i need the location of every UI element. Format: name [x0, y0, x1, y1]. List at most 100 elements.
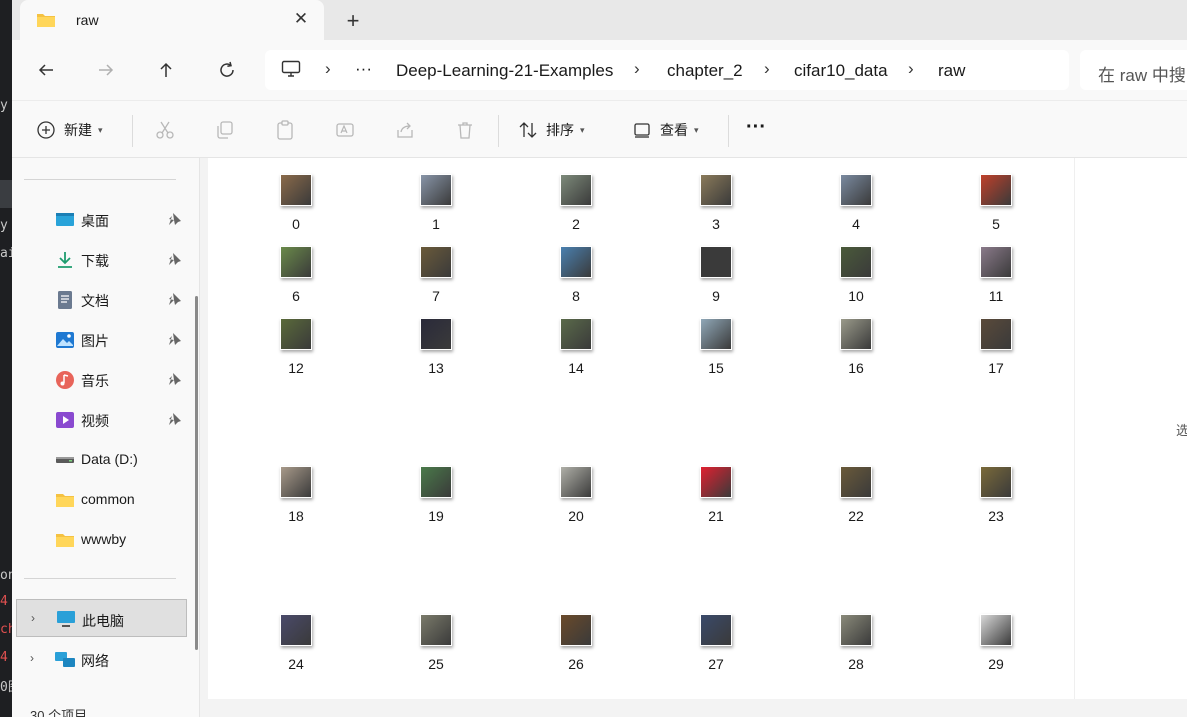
image-thumbnail	[560, 318, 592, 350]
paste-button[interactable]	[275, 118, 295, 142]
file-item[interactable]: 9	[686, 230, 746, 304]
image-thumbnail	[840, 246, 872, 278]
new-button[interactable]: 新建 ▾	[36, 118, 103, 142]
file-item[interactable]: 25	[406, 598, 466, 672]
image-thumbnail	[700, 614, 732, 646]
breadcrumb-item[interactable]: cifar10_data	[794, 61, 888, 81]
image-thumbnail	[280, 614, 312, 646]
sidebar-item-pictures[interactable]: 图片	[12, 323, 188, 355]
tab-raw[interactable]: raw ✕	[20, 0, 324, 40]
file-item[interactable]: 8	[546, 230, 606, 304]
view-button[interactable]: 查看 ▾	[632, 118, 699, 142]
more-options-button[interactable]: ···	[746, 115, 766, 139]
file-name: 14	[568, 360, 584, 376]
breadcrumb-ellipsis[interactable]: ···	[355, 59, 372, 79]
file-item[interactable]: 21	[686, 450, 746, 524]
image-thumbnail	[420, 174, 452, 206]
file-item[interactable]: 15	[686, 302, 746, 376]
sidebar-item-desktop[interactable]: 桌面	[12, 203, 188, 235]
file-item[interactable]: 26	[546, 598, 606, 672]
file-item[interactable]: 19	[406, 450, 466, 524]
file-item[interactable]: 11	[966, 230, 1026, 304]
file-item[interactable]: 1	[406, 158, 466, 232]
file-item[interactable]: 6	[266, 230, 326, 304]
status-bar: 30 个项目	[12, 699, 200, 717]
sidebar-item-documents[interactable]: 文档	[12, 283, 188, 315]
image-thumbnail	[700, 246, 732, 278]
file-item[interactable]: 5	[966, 158, 1026, 232]
sidebar-item-music[interactable]: 音乐	[12, 363, 188, 395]
file-item[interactable]: 3	[686, 158, 746, 232]
address-bar[interactable]: › ··· Deep-Learning-21-Examples › chapte…	[265, 50, 1069, 90]
chevron-right-icon[interactable]: ›	[30, 651, 34, 665]
sidebar-item-data-drive[interactable]: Data (D:)	[12, 443, 188, 475]
image-thumbnail	[280, 246, 312, 278]
sidebar-item-wwwby[interactable]: wwwby	[12, 523, 188, 555]
search-placeholder: 在 raw 中搜	[1098, 66, 1186, 85]
new-tab-button[interactable]: +	[340, 8, 366, 34]
this-pc-icon	[57, 611, 75, 627]
file-item[interactable]: 23	[966, 450, 1026, 524]
file-item[interactable]: 10	[826, 230, 886, 304]
file-item[interactable]: 22	[826, 450, 886, 524]
sidebar-item-network[interactable]: › 网络	[12, 643, 188, 675]
file-item[interactable]: 0	[266, 158, 326, 232]
refresh-button[interactable]	[211, 54, 243, 86]
image-thumbnail	[280, 318, 312, 350]
sidebar-item-this-pc[interactable]: › 此电脑	[16, 599, 187, 637]
file-item[interactable]: 20	[546, 450, 606, 524]
file-item[interactable]: 18	[266, 450, 326, 524]
file-item[interactable]: 7	[406, 230, 466, 304]
chevron-right-icon: ›	[634, 59, 640, 78]
chevron-down-icon: ▾	[580, 124, 585, 135]
image-thumbnail	[700, 466, 732, 498]
image-thumbnail	[700, 318, 732, 350]
sort-icon	[519, 122, 537, 138]
back-button[interactable]	[30, 54, 62, 86]
file-item[interactable]: 17	[966, 302, 1026, 376]
folder-icon	[56, 534, 74, 547]
file-name: 12	[288, 360, 304, 376]
cut-button[interactable]	[155, 118, 175, 142]
breadcrumb-item[interactable]: Deep-Learning-21-Examples	[396, 61, 613, 81]
image-thumbnail	[980, 246, 1012, 278]
breadcrumb-item[interactable]: chapter_2	[667, 61, 743, 81]
sidebar-item-common[interactable]: common	[12, 483, 188, 515]
up-button[interactable]	[150, 54, 182, 86]
sidebar-item-downloads[interactable]: 下载	[12, 243, 188, 275]
file-item[interactable]: 28	[826, 598, 886, 672]
file-list: 选 0 1 2 3 4 5 6 7 8 9 10 11 12 13 14 15 16 17 18 19 20 21 22 23…	[208, 158, 1187, 699]
tab-title: raw	[76, 12, 99, 28]
item-count: 30 个项目	[30, 708, 88, 717]
view-icon	[634, 123, 650, 138]
close-tab-icon[interactable]: ✕	[290, 8, 312, 30]
share-button[interactable]	[395, 118, 415, 142]
file-item[interactable]: 2	[546, 158, 606, 232]
sidebar-item-videos[interactable]: 视频	[12, 403, 188, 435]
file-item[interactable]: 13	[406, 302, 466, 376]
file-item[interactable]: 29	[966, 598, 1026, 672]
forward-button[interactable]	[90, 54, 122, 86]
file-item[interactable]: 27	[686, 598, 746, 672]
file-item[interactable]: 4	[826, 158, 886, 232]
copy-button[interactable]	[215, 118, 235, 142]
drive-icon	[56, 457, 74, 463]
navigation-pane: 桌面 下载 文档 图片 音乐 视频 Data (D:) common wwwby…	[12, 158, 200, 717]
file-item[interactable]: 14	[546, 302, 606, 376]
image-thumbnail	[840, 614, 872, 646]
search-box[interactable]: 在 raw 中搜	[1080, 50, 1187, 90]
pin-icon	[169, 293, 181, 305]
details-pane-fragment: 选	[1176, 423, 1187, 438]
delete-button[interactable]	[455, 118, 475, 142]
rename-button[interactable]	[335, 118, 355, 142]
image-thumbnail	[420, 318, 452, 350]
sort-button[interactable]: 排序 ▾	[518, 118, 585, 142]
file-item[interactable]: 12	[266, 302, 326, 376]
breadcrumb-item[interactable]: raw	[938, 61, 965, 81]
arrow-up-icon	[160, 62, 172, 77]
file-item[interactable]: 24	[266, 598, 326, 672]
file-item[interactable]: 16	[826, 302, 886, 376]
sidebar-scrollbar[interactable]	[195, 296, 198, 650]
tab-bar: raw ✕ +	[12, 0, 1187, 40]
chevron-right-icon[interactable]: ›	[31, 611, 35, 625]
